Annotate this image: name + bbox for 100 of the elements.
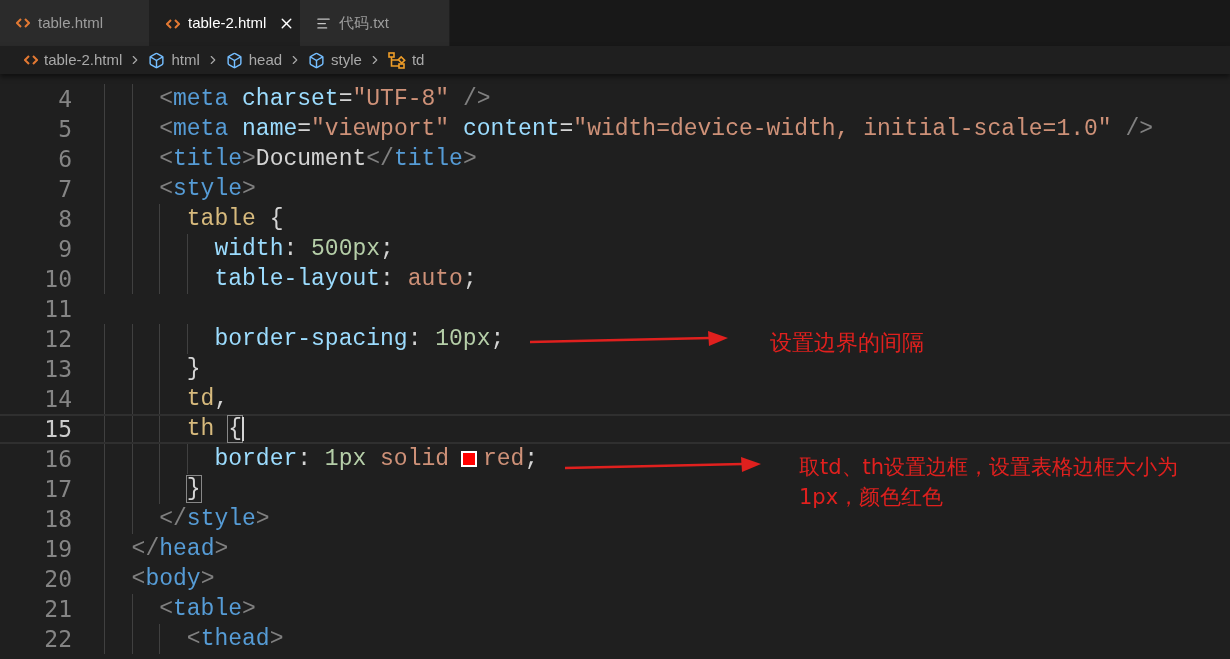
code-token: table-layout: [213, 264, 381, 294]
code-token: 1px: [324, 444, 368, 474]
code-token: ;: [380, 234, 394, 264]
code-token: {: [228, 414, 243, 444]
code-token: title: [173, 144, 243, 174]
text-cursor: [242, 417, 245, 441]
code-token: name: [242, 114, 298, 144]
code-token: </: [130, 534, 160, 564]
code-token: thead: [200, 624, 270, 654]
line-number: 7: [57, 174, 72, 204]
code-token: <: [158, 174, 173, 204]
code-token: width: [213, 234, 284, 264]
code-token: ;: [462, 264, 477, 294]
code-token: >: [242, 174, 256, 204]
breadcrumb-item[interactable]: style: [308, 48, 362, 72]
line-number: 12: [43, 324, 72, 354]
code-token: <: [158, 144, 173, 174]
code-token: style: [186, 504, 256, 534]
code-token: "UTF-8": [352, 84, 451, 114]
code-token: solid: [380, 444, 451, 474]
code-token: style: [173, 174, 243, 204]
code-icon: [166, 17, 180, 30]
code-token: Document: [255, 144, 367, 174]
line-number: 10: [43, 264, 72, 294]
code-token: >: [462, 144, 477, 174]
code-token: "viewport": [311, 114, 451, 144]
code-token: meta: [173, 84, 230, 114]
line-number: 4: [57, 84, 72, 114]
code-token: :: [407, 324, 423, 354]
line-number: 14: [43, 384, 72, 414]
code-token: 500px: [311, 234, 381, 264]
code-token: />: [462, 84, 491, 114]
editor-tab[interactable]: 代码.txt: [300, 0, 450, 46]
code-token: >: [214, 534, 229, 564]
line-number: 16: [43, 444, 72, 474]
cube-icon: [148, 51, 166, 69]
code-token: >: [242, 144, 256, 174]
code-token: 10px: [435, 324, 491, 354]
editor-tab[interactable]: table-2.html: [150, 0, 300, 46]
breadcrumb-item[interactable]: td: [387, 48, 425, 72]
code-token: charset: [242, 84, 339, 114]
breadcrumb-item[interactable]: head: [225, 48, 283, 72]
code-token: >: [242, 594, 256, 624]
line-number: 8: [57, 204, 72, 234]
line-number: 20: [43, 564, 72, 594]
code-token: auto: [407, 264, 463, 294]
code-token: <: [130, 564, 146, 594]
code-token: >: [269, 624, 284, 654]
code-token: =: [297, 114, 312, 144]
text-file-icon: [316, 15, 331, 31]
line-number: 9: [57, 234, 72, 264]
annotation-text: 取td、th设置边框，设置表格边框大小为1px，颜色红色: [799, 454, 1180, 511]
code-token: <: [158, 594, 173, 624]
code-token: <: [158, 84, 173, 114]
code-token: meta: [173, 114, 230, 144]
code-token: <: [185, 624, 201, 654]
code-token: td: [185, 384, 215, 414]
code-token: title: [393, 144, 463, 174]
cube-icon: [225, 51, 243, 69]
annotation-text: 设置边界的间隔: [770, 329, 924, 357]
code-token: }: [185, 354, 201, 384]
line-number: 22: [43, 624, 72, 654]
code-token: :: [283, 234, 299, 264]
code-token: "width=device-width, initial-scale=1.0": [573, 114, 1113, 144]
line-number: 15: [43, 414, 72, 444]
code-token: :: [380, 264, 395, 294]
code-token: </: [366, 144, 394, 174]
editor-tab[interactable]: table.html: [0, 0, 150, 46]
code-token: border-spacing: [213, 324, 408, 354]
code-token: table: [185, 204, 256, 234]
code-token: table: [173, 594, 243, 624]
code-token: />: [1125, 114, 1154, 144]
code-token: :: [297, 444, 313, 474]
line-number: 6: [57, 144, 72, 174]
breadcrumb-item[interactable]: table-2.html: [24, 48, 123, 72]
code-token: =: [559, 114, 574, 144]
breadcrumb-item[interactable]: html: [148, 48, 200, 72]
line-number: 21: [43, 594, 72, 624]
code-token: red: [482, 444, 525, 474]
line-number: 5: [57, 114, 72, 144]
code-token: content: [462, 114, 560, 144]
code-token: </: [158, 504, 187, 534]
color-swatch[interactable]: [460, 451, 477, 467]
code-token: th: [185, 414, 216, 444]
code-token: =: [338, 84, 353, 114]
code-token: <: [158, 114, 173, 144]
code-token: {: [268, 204, 284, 234]
line-number: 19: [43, 534, 72, 564]
code-token: >: [255, 504, 270, 534]
code-token: border: [213, 444, 298, 474]
cube-icon: [308, 51, 326, 69]
code-token: head: [159, 534, 215, 564]
line-number: 11: [43, 294, 72, 324]
code-icon: [16, 17, 30, 29]
code-icon: [24, 54, 38, 66]
structure-icon: [387, 51, 406, 69]
line-number: 17: [43, 474, 72, 504]
code-token: >: [200, 564, 215, 594]
line-number: 13: [43, 354, 72, 384]
code-token: }: [185, 474, 201, 504]
